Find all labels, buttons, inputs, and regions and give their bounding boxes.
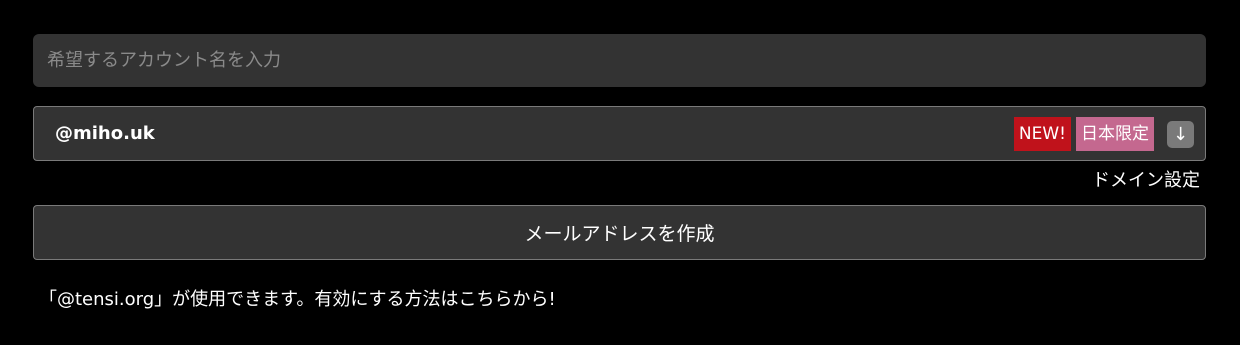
domain-badges: NEW! 日本限定 ↓: [1013, 117, 1194, 151]
mail-create-form: @miho.uk NEW! 日本限定 ↓ ドメイン設定 メールアドレスを作成 「…: [33, 34, 1206, 312]
domain-settings-link[interactable]: ドメイン設定: [33, 169, 1206, 193]
new-badge: NEW!: [1013, 117, 1071, 151]
selected-domain: @miho.uk: [55, 123, 155, 144]
domain-select[interactable]: @miho.uk NEW! 日本限定 ↓: [33, 106, 1206, 161]
japan-only-badge: 日本限定: [1076, 117, 1154, 151]
account-name-input[interactable]: [33, 34, 1206, 87]
create-email-button[interactable]: メールアドレスを作成: [33, 205, 1206, 260]
arrow-down-icon[interactable]: ↓: [1167, 120, 1194, 148]
tensi-notice-link[interactable]: 「@tensi.org」が使用できます。有効にする方法はこちらから!: [39, 288, 1206, 312]
